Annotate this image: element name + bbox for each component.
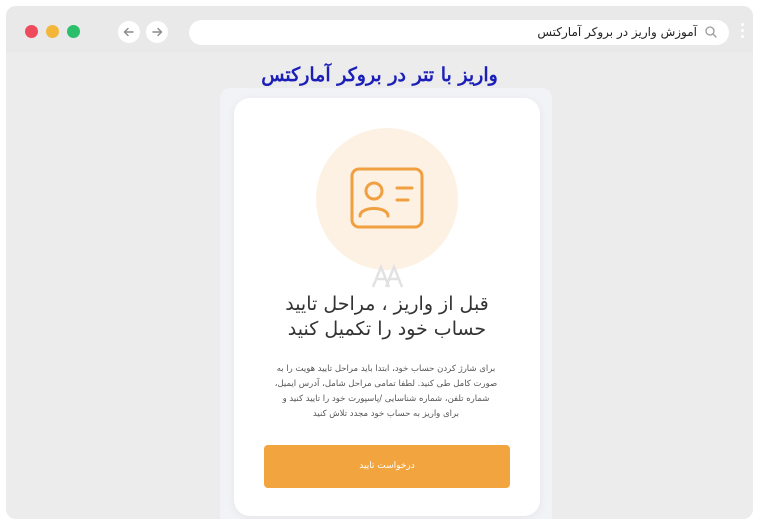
card-description: برای شارژ کردن حساب خود، ابتدا باید مراح… <box>274 364 498 419</box>
arrow-right-icon <box>152 27 163 37</box>
browser-window: آموزش واریز در بروکر آمارکتس واریز با تت… <box>6 6 753 519</box>
maximize-window-button[interactable] <box>67 25 80 38</box>
card-title: قبل از واریز ، مراحل تایید حساب خود را ت… <box>285 293 489 340</box>
page-title: واریز با تتر در بروکر آمارکتس <box>261 64 498 86</box>
page-content: واریز با تتر در بروکر آمارکتس قبل از وار… <box>6 52 753 519</box>
more-vertical-icon[interactable] <box>741 20 745 42</box>
back-button[interactable] <box>118 21 140 43</box>
address-bar[interactable]: آموزش واریز در بروکر آمارکتس <box>189 20 729 45</box>
minimize-window-button[interactable] <box>46 25 59 38</box>
browser-toolbar: آموزش واریز در بروکر آمارکتس <box>6 6 753 52</box>
request-verification-button[interactable]: درخواست تایید <box>264 445 510 488</box>
verification-card: قبل از واریز ، مراحل تایید حساب خود را ت… <box>234 98 540 516</box>
search-icon <box>705 26 717 38</box>
icon-circle <box>316 128 458 270</box>
address-text: آموزش واریز در بروکر آمارکتس <box>537 25 697 39</box>
watermark-logo <box>371 264 404 288</box>
forward-button[interactable] <box>146 21 168 43</box>
arrow-left-icon <box>123 27 134 37</box>
id-card-icon <box>350 167 424 229</box>
close-window-button[interactable] <box>25 25 38 38</box>
